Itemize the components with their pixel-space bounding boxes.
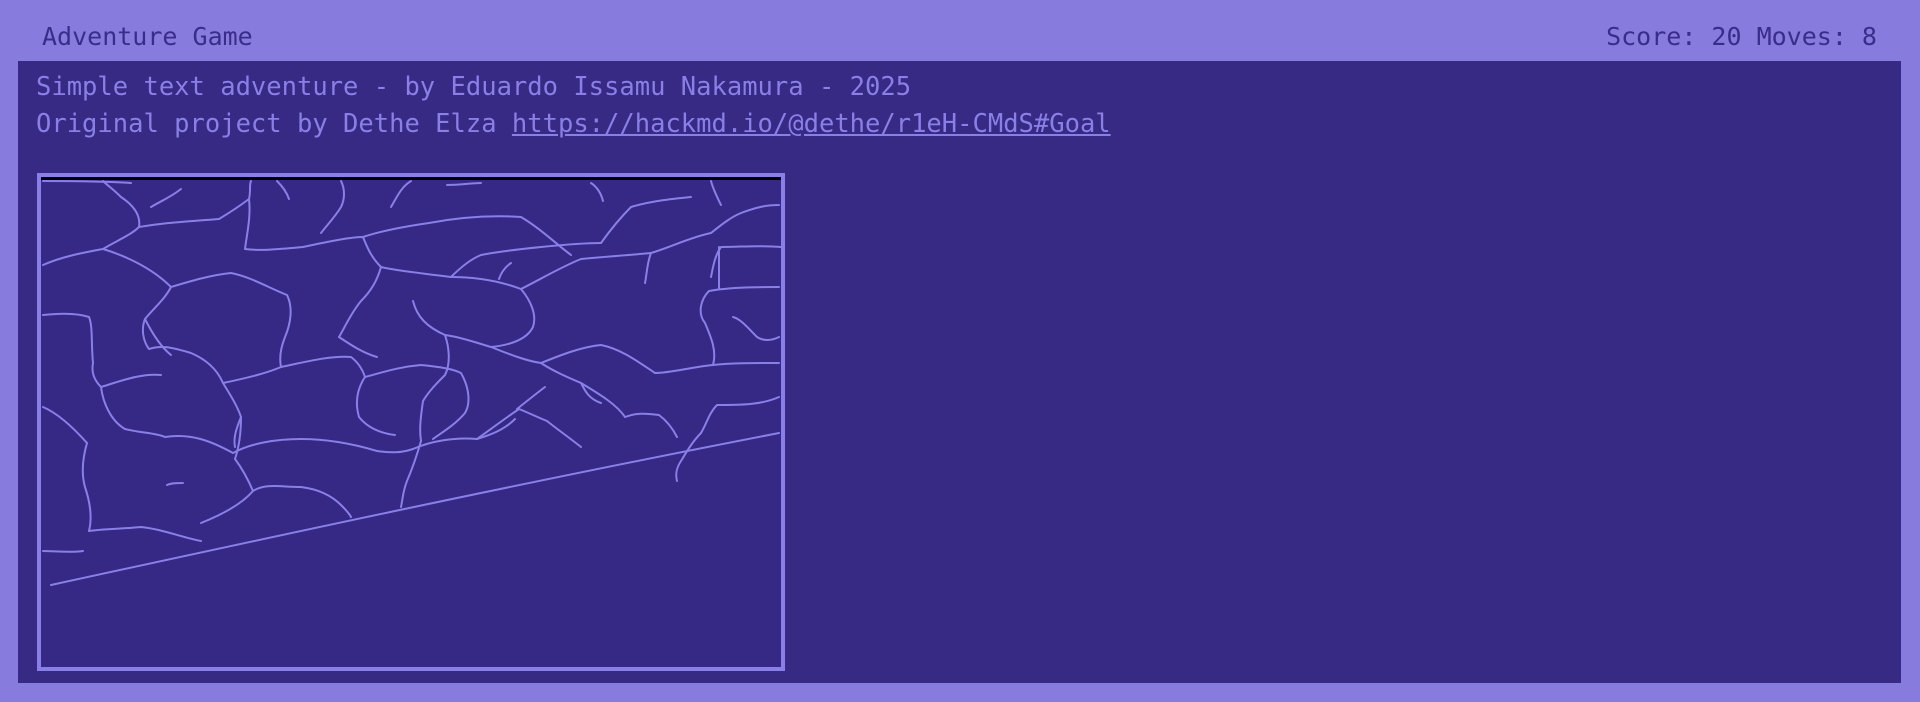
scene-picture (37, 173, 785, 671)
stone-wall-icon (42, 180, 781, 586)
intro-credit-line: Simple text adventure - by Eduardo Issam… (36, 72, 912, 102)
game-screen: Simple text adventure - by Eduardo Issam… (18, 61, 1901, 683)
score-moves-status: Score: 20 Moves: 8 (1606, 22, 1877, 51)
window-title: Adventure Game (42, 22, 253, 51)
intro-original-line: Original project by Dethe Elza https://h… (36, 108, 1111, 140)
title-bar: Adventure Game Score: 20 Moves: 8 (0, 0, 1920, 61)
original-project-link[interactable]: https://hackmd.io/@dethe/r1eH-CMdS#Goal (512, 109, 1111, 139)
original-project-label: Original project by Dethe Elza (36, 109, 512, 139)
